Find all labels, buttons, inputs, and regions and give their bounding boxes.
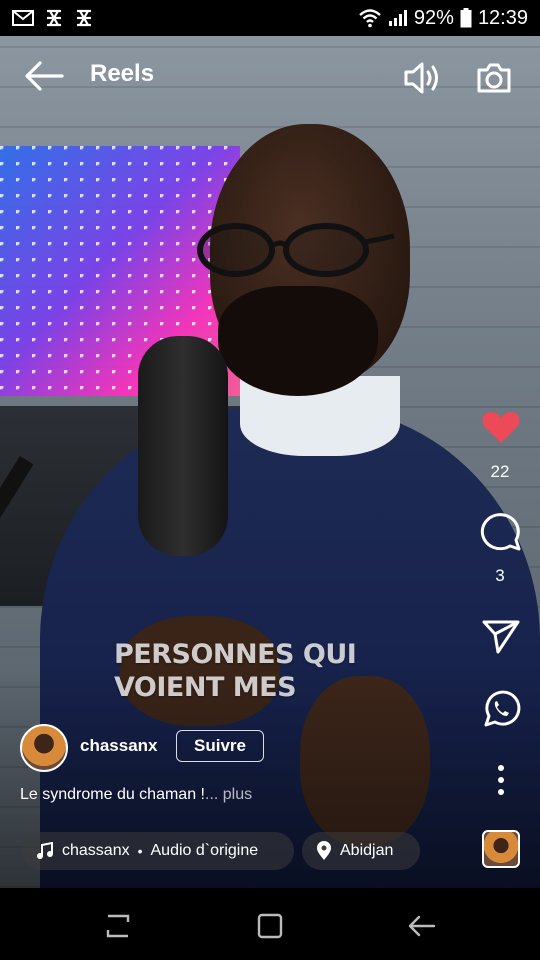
sound-button[interactable]: [402, 58, 442, 98]
description-text: Le syndrome du chaman !: [20, 786, 205, 803]
video-caption: PERSONNES QUI VOIENT MES: [114, 638, 357, 704]
back-nav-button[interactable]: [404, 908, 440, 944]
more-vertical-icon: [498, 765, 504, 795]
top-bar: Reels: [0, 36, 540, 116]
battery-icon: [460, 8, 472, 28]
back-button[interactable]: [24, 58, 64, 94]
audio-thumbnail[interactable]: [482, 830, 520, 868]
follow-button[interactable]: Suivre: [176, 730, 264, 762]
notification-icons: [12, 8, 94, 28]
camera-icon: [477, 63, 511, 93]
battery-percent: 92%: [413, 6, 454, 29]
location-name: Abidjan: [340, 842, 394, 859]
audio-name: Audio d`origine: [150, 842, 259, 859]
more-link[interactable]: ... plus: [205, 786, 252, 803]
avatar[interactable]: [20, 724, 68, 772]
heart-icon: [482, 412, 520, 443]
audio-pill[interactable]: chassanx • Audio d`origine: [22, 832, 294, 870]
speaker-icon: [404, 62, 438, 94]
video-frame[interactable]: [0, 36, 540, 888]
home-icon: [257, 913, 283, 939]
audio-user: chassanx: [62, 842, 130, 859]
microphone: [138, 336, 228, 556]
comment-icon: [480, 513, 521, 551]
navigation-bar: [0, 888, 540, 960]
tracker-icon: [77, 9, 91, 27]
like-button[interactable]: [480, 406, 522, 448]
whatsapp-icon: [484, 690, 521, 727]
username[interactable]: chassanx: [80, 736, 158, 756]
separator-dot: •: [137, 843, 143, 859]
speaker-beard: [218, 286, 378, 396]
reels-screen: 92% 12:39 PERSONNES QUI VOIENT MES Reels…: [0, 0, 540, 960]
comments-count: 3: [495, 566, 505, 585]
more-options-button[interactable]: [480, 760, 522, 800]
send-icon: [482, 620, 520, 654]
signal-icon: [388, 10, 407, 26]
glasses: [197, 223, 395, 277]
recent-apps-button[interactable]: [100, 908, 136, 944]
share-button[interactable]: [480, 616, 522, 658]
wifi-icon: [359, 9, 381, 28]
location-pin-icon: [317, 841, 331, 860]
arrow-left-icon: [25, 61, 64, 91]
whatsapp-share-button[interactable]: [480, 688, 522, 730]
music-note-icon: [37, 842, 53, 859]
home-button[interactable]: [252, 908, 288, 944]
camera-button[interactable]: [474, 58, 514, 98]
caption-line: VOIENT MES: [114, 672, 297, 703]
tracker-icon: [47, 9, 61, 27]
location-pill[interactable]: Abidjan: [302, 832, 420, 870]
likes-count: 22: [490, 462, 510, 481]
recent-apps-icon: [106, 914, 130, 938]
status-bar: 92% 12:39: [0, 0, 540, 36]
back-icon: [408, 915, 436, 937]
comment-button[interactable]: [480, 510, 522, 552]
page-title: Reels: [90, 60, 155, 87]
system-status: 92% 12:39: [358, 7, 528, 30]
gmail-icon: [12, 10, 34, 26]
caption-line: PERSONNES QUI: [114, 639, 357, 670]
clock: 12:39: [477, 6, 528, 29]
post-description[interactable]: Le syndrome du chaman !... plus: [20, 786, 252, 804]
